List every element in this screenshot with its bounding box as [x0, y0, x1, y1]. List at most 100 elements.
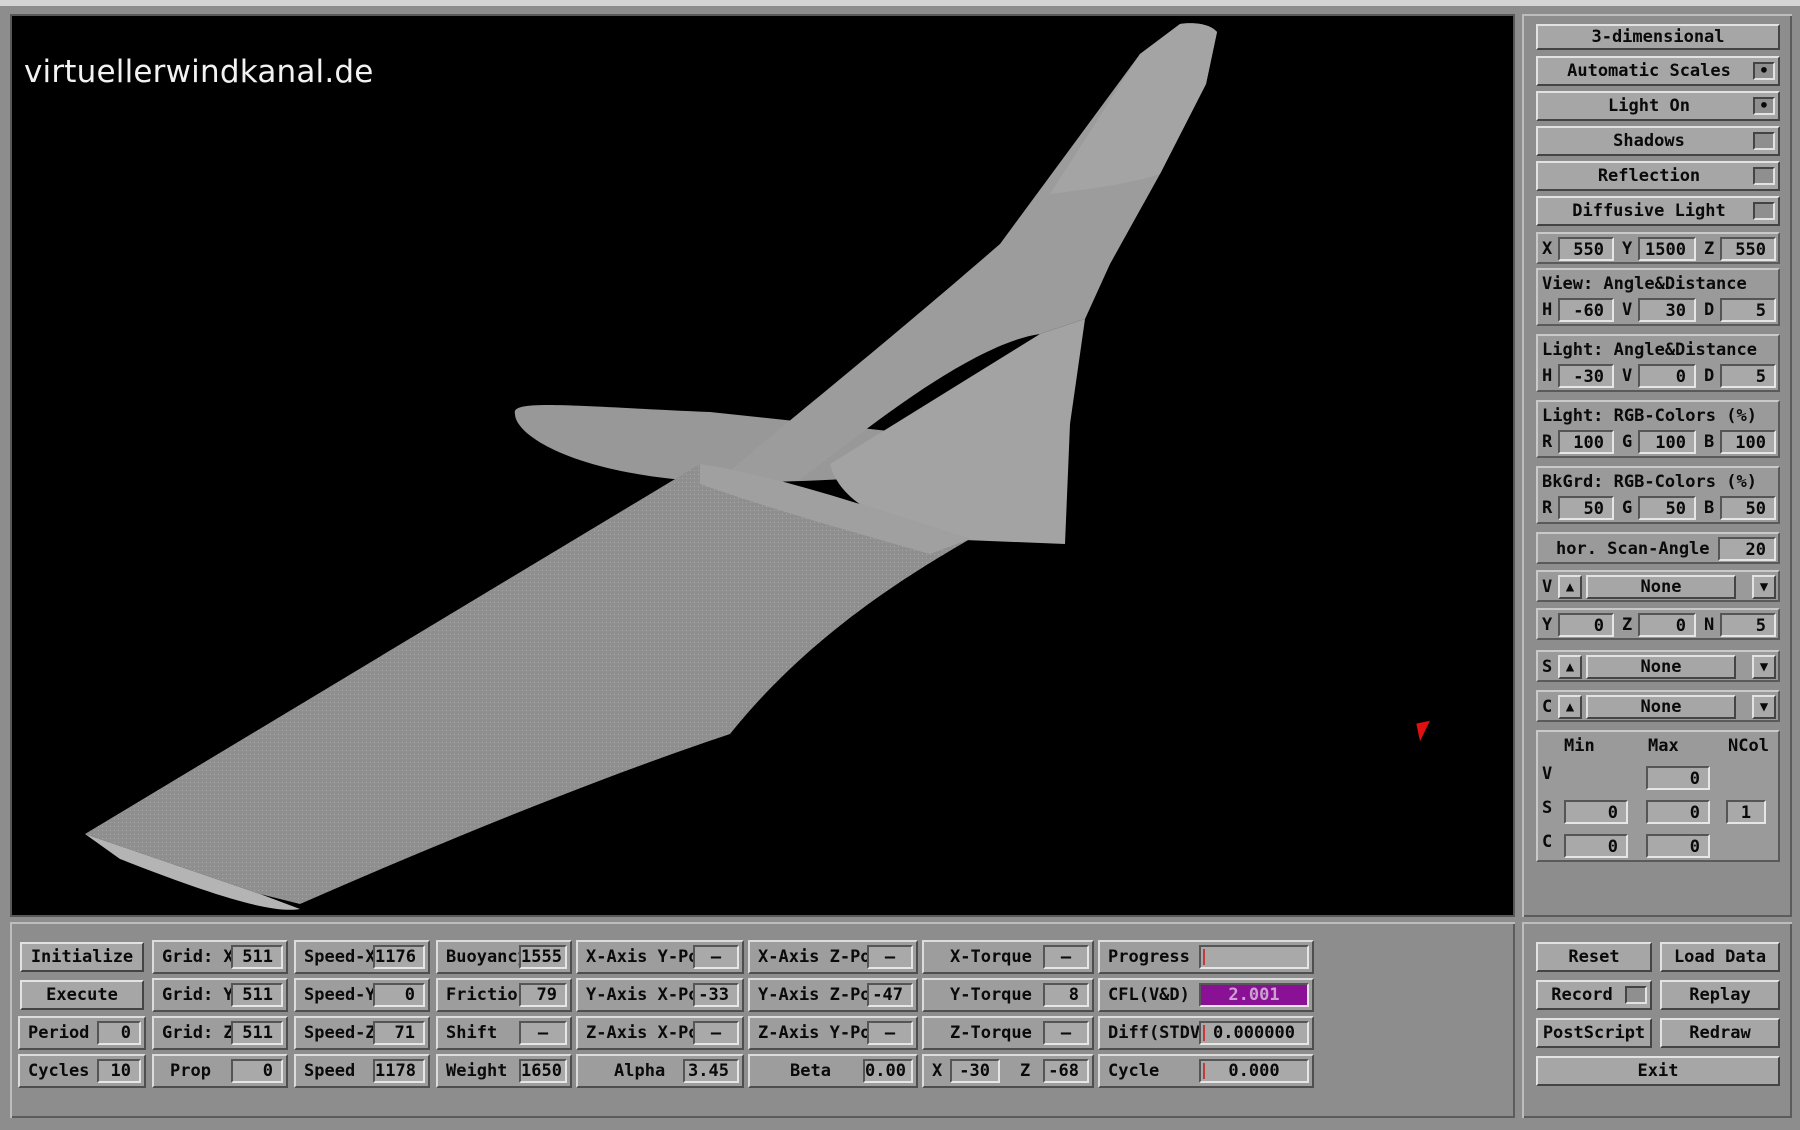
- render-viewport[interactable]: virtuellerwindkanal.de: [10, 14, 1515, 917]
- light-h-field[interactable]: -30: [1558, 364, 1614, 388]
- speed-field[interactable]: 1178: [373, 1059, 425, 1083]
- progress-bar: [1199, 945, 1309, 969]
- bkgrd-r-label: R: [1542, 498, 1553, 518]
- scan-angle-field[interactable]: 20: [1718, 537, 1776, 561]
- shadows-checkbox[interactable]: [1753, 132, 1775, 150]
- weight-label: Weight: [446, 1061, 508, 1081]
- yzn-n-field[interactable]: 5: [1720, 613, 1776, 637]
- scale-s-max-field[interactable]: 0: [1646, 800, 1710, 824]
- y-axis-z-pos-field[interactable]: -47: [867, 983, 913, 1007]
- beta-field[interactable]: 0.00: [863, 1059, 913, 1083]
- light-g-field[interactable]: 100: [1638, 430, 1696, 454]
- speed-cell: Speed 1178: [294, 1054, 430, 1088]
- offset-z-field[interactable]: -68: [1043, 1059, 1089, 1083]
- grid-y-field[interactable]: 511: [231, 983, 283, 1007]
- speed-y-field[interactable]: 0: [373, 983, 425, 1007]
- x-axis-y-pos-field[interactable]: —: [693, 945, 739, 969]
- s-next-arrow-icon[interactable]: ▼: [1752, 655, 1776, 679]
- s-select-value[interactable]: None: [1586, 655, 1736, 679]
- bkgrd-r-field[interactable]: 50: [1558, 496, 1614, 520]
- pos-z-field[interactable]: 550: [1720, 237, 1776, 261]
- view-h-field[interactable]: -60: [1558, 298, 1614, 322]
- shift-field[interactable]: —: [519, 1021, 567, 1045]
- z-torque-field[interactable]: —: [1043, 1021, 1089, 1045]
- x-axis-z-pos-field[interactable]: —: [867, 945, 913, 969]
- light-position-group: X 550 Y 1500 Z 550: [1536, 232, 1780, 264]
- v-prev-arrow-icon[interactable]: ▲: [1558, 575, 1582, 599]
- reflection-checkbox[interactable]: [1753, 167, 1775, 185]
- initialize-button[interactable]: Initialize: [20, 942, 144, 972]
- bkgrd-g-field[interactable]: 50: [1638, 496, 1696, 520]
- redraw-button[interactable]: Redraw: [1660, 1018, 1780, 1048]
- replay-button[interactable]: Replay: [1660, 980, 1780, 1010]
- z-axis-x-pos-field[interactable]: —: [693, 1021, 739, 1045]
- yzn-n-label: N: [1704, 615, 1715, 635]
- buoyancy-field[interactable]: 1555: [519, 945, 567, 969]
- offset-x-field[interactable]: -30: [950, 1059, 1000, 1083]
- diffusive-light-checkbox[interactable]: [1753, 202, 1775, 220]
- alpha-field[interactable]: 3.45: [683, 1059, 739, 1083]
- automatic-scales-checkbox[interactable]: [1753, 62, 1775, 80]
- light-b-field[interactable]: 100: [1720, 430, 1776, 454]
- v-select-value[interactable]: None: [1586, 575, 1736, 599]
- record-toggle[interactable]: Record: [1536, 980, 1652, 1010]
- grid-y-label: Grid: Y: [162, 985, 234, 1005]
- execute-button[interactable]: Execute: [20, 980, 144, 1010]
- exit-button[interactable]: Exit: [1536, 1056, 1780, 1086]
- view-v-field[interactable]: 30: [1638, 298, 1696, 322]
- y-axis-x-pos-field[interactable]: -33: [693, 983, 739, 1007]
- light-b-label: B: [1704, 432, 1715, 452]
- load-data-button[interactable]: Load Data: [1660, 942, 1780, 972]
- diffusive-light-toggle[interactable]: Diffusive Light: [1536, 196, 1780, 226]
- alpha-label: Alpha: [614, 1061, 666, 1081]
- z-axis-y-pos-field[interactable]: —: [867, 1021, 913, 1045]
- pos-x-field[interactable]: 550: [1558, 237, 1614, 261]
- light-d-field[interactable]: 5: [1720, 364, 1776, 388]
- shadows-toggle[interactable]: Shadows: [1536, 126, 1780, 156]
- automatic-scales-label: Automatic Scales: [1567, 61, 1731, 81]
- c-next-arrow-icon[interactable]: ▼: [1752, 695, 1776, 719]
- cycles-field[interactable]: 10: [97, 1059, 141, 1083]
- mode-3d-button[interactable]: 3-dimensional: [1536, 24, 1780, 50]
- yzn-z-field[interactable]: 0: [1638, 613, 1696, 637]
- scale-s-min-field[interactable]: 0: [1564, 800, 1628, 824]
- scale-s-ncol-field[interactable]: 1: [1726, 800, 1766, 824]
- prop-field[interactable]: 0: [231, 1059, 283, 1083]
- scale-v-max-field[interactable]: 0: [1646, 766, 1710, 790]
- cfl-cell: CFL(V&D) 2.001: [1098, 978, 1314, 1012]
- reflection-toggle[interactable]: Reflection: [1536, 161, 1780, 191]
- speed-y-cell: Speed-Y 0: [294, 978, 430, 1012]
- c-prev-arrow-icon[interactable]: ▲: [1558, 695, 1582, 719]
- c-select-value[interactable]: None: [1586, 695, 1736, 719]
- x-torque-field[interactable]: —: [1043, 945, 1089, 969]
- automatic-scales-toggle[interactable]: Automatic Scales: [1536, 56, 1780, 86]
- light-on-toggle[interactable]: Light On: [1536, 91, 1780, 121]
- postscript-button[interactable]: PostScript: [1536, 1018, 1652, 1048]
- reset-button[interactable]: Reset: [1536, 942, 1652, 972]
- scale-c-max-field[interactable]: 0: [1646, 834, 1710, 858]
- period-field[interactable]: 0: [97, 1021, 141, 1045]
- diff-field: 0.000000: [1199, 1021, 1309, 1045]
- grid-x-field[interactable]: 511: [231, 945, 283, 969]
- view-d-field[interactable]: 5: [1720, 298, 1776, 322]
- record-checkbox[interactable]: [1625, 986, 1647, 1004]
- bkgrd-b-field[interactable]: 50: [1720, 496, 1776, 520]
- light-v-field[interactable]: 0: [1638, 364, 1696, 388]
- grid-z-field[interactable]: 511: [231, 1021, 283, 1045]
- speed-x-field[interactable]: 1176: [373, 945, 425, 969]
- friction-field[interactable]: 79: [519, 983, 567, 1007]
- speed-z-field[interactable]: 71: [373, 1021, 425, 1045]
- scale-c-min-field[interactable]: 0: [1564, 834, 1628, 858]
- yzn-y-field[interactable]: 0: [1558, 613, 1614, 637]
- v-next-arrow-icon[interactable]: ▼: [1752, 575, 1776, 599]
- pos-y-field[interactable]: 1500: [1638, 237, 1696, 261]
- x-axis-y-pos-cell: X-Axis Y-Pos —: [576, 940, 744, 974]
- buoyancy-cell: Buoyancy 1555: [436, 940, 572, 974]
- y-torque-field[interactable]: 8: [1043, 983, 1089, 1007]
- cfl-label: CFL(V&D): [1108, 985, 1190, 1005]
- z-axis-y-pos-label: Z-Axis Y-Pos: [758, 1023, 881, 1043]
- weight-field[interactable]: 1650: [519, 1059, 567, 1083]
- s-prev-arrow-icon[interactable]: ▲: [1558, 655, 1582, 679]
- light-r-field[interactable]: 100: [1558, 430, 1614, 454]
- light-on-checkbox[interactable]: [1753, 97, 1775, 115]
